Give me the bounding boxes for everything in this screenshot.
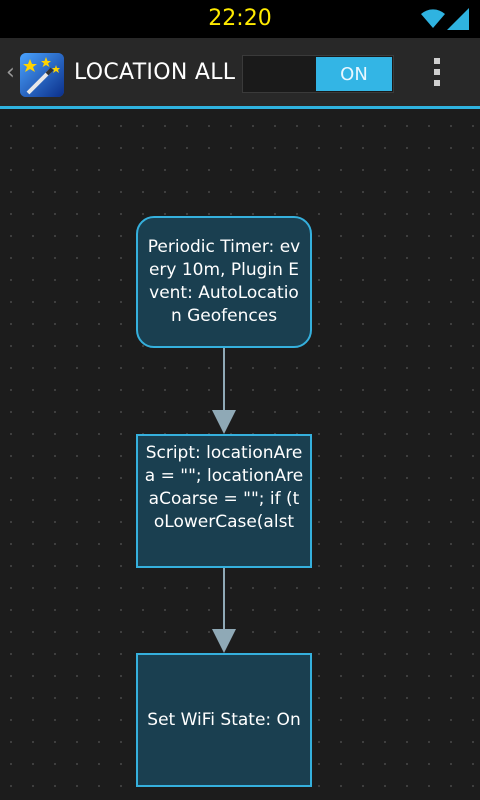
action-node-wifi[interactable]: Set WiFi State: On bbox=[136, 653, 312, 787]
app-icon[interactable] bbox=[20, 53, 64, 97]
cell-signal-icon bbox=[447, 8, 469, 30]
flow-canvas[interactable]: Periodic Timer: every 10m, Plugin Event:… bbox=[0, 109, 480, 800]
up-caret-icon[interactable]: ‹ bbox=[6, 60, 15, 85]
action-bar: ‹ LOCATION ALL ON bbox=[0, 38, 480, 109]
action-node-label: Script: locationArea = ""; locationAreaC… bbox=[144, 443, 304, 532]
wifi-icon bbox=[421, 9, 445, 28]
toggle-on-label: ON bbox=[316, 57, 392, 91]
action-node-label: Set WiFi State: On bbox=[147, 709, 301, 730]
profile-title: LOCATION ALL bbox=[74, 60, 236, 85]
profile-enable-toggle[interactable]: ON bbox=[242, 55, 394, 93]
trigger-node[interactable]: Periodic Timer: every 10m, Plugin Event:… bbox=[136, 216, 312, 348]
connector-arrow bbox=[212, 348, 236, 434]
status-bar: 22:20 bbox=[0, 0, 480, 38]
clock: 22:20 bbox=[208, 6, 272, 31]
trigger-node-label: Periodic Timer: every 10m, Plugin Event:… bbox=[147, 237, 301, 326]
overflow-menu-icon[interactable] bbox=[430, 58, 444, 92]
connector-arrow bbox=[212, 568, 236, 653]
action-node-script[interactable]: Script: locationArea = ""; locationAreaC… bbox=[136, 434, 312, 568]
